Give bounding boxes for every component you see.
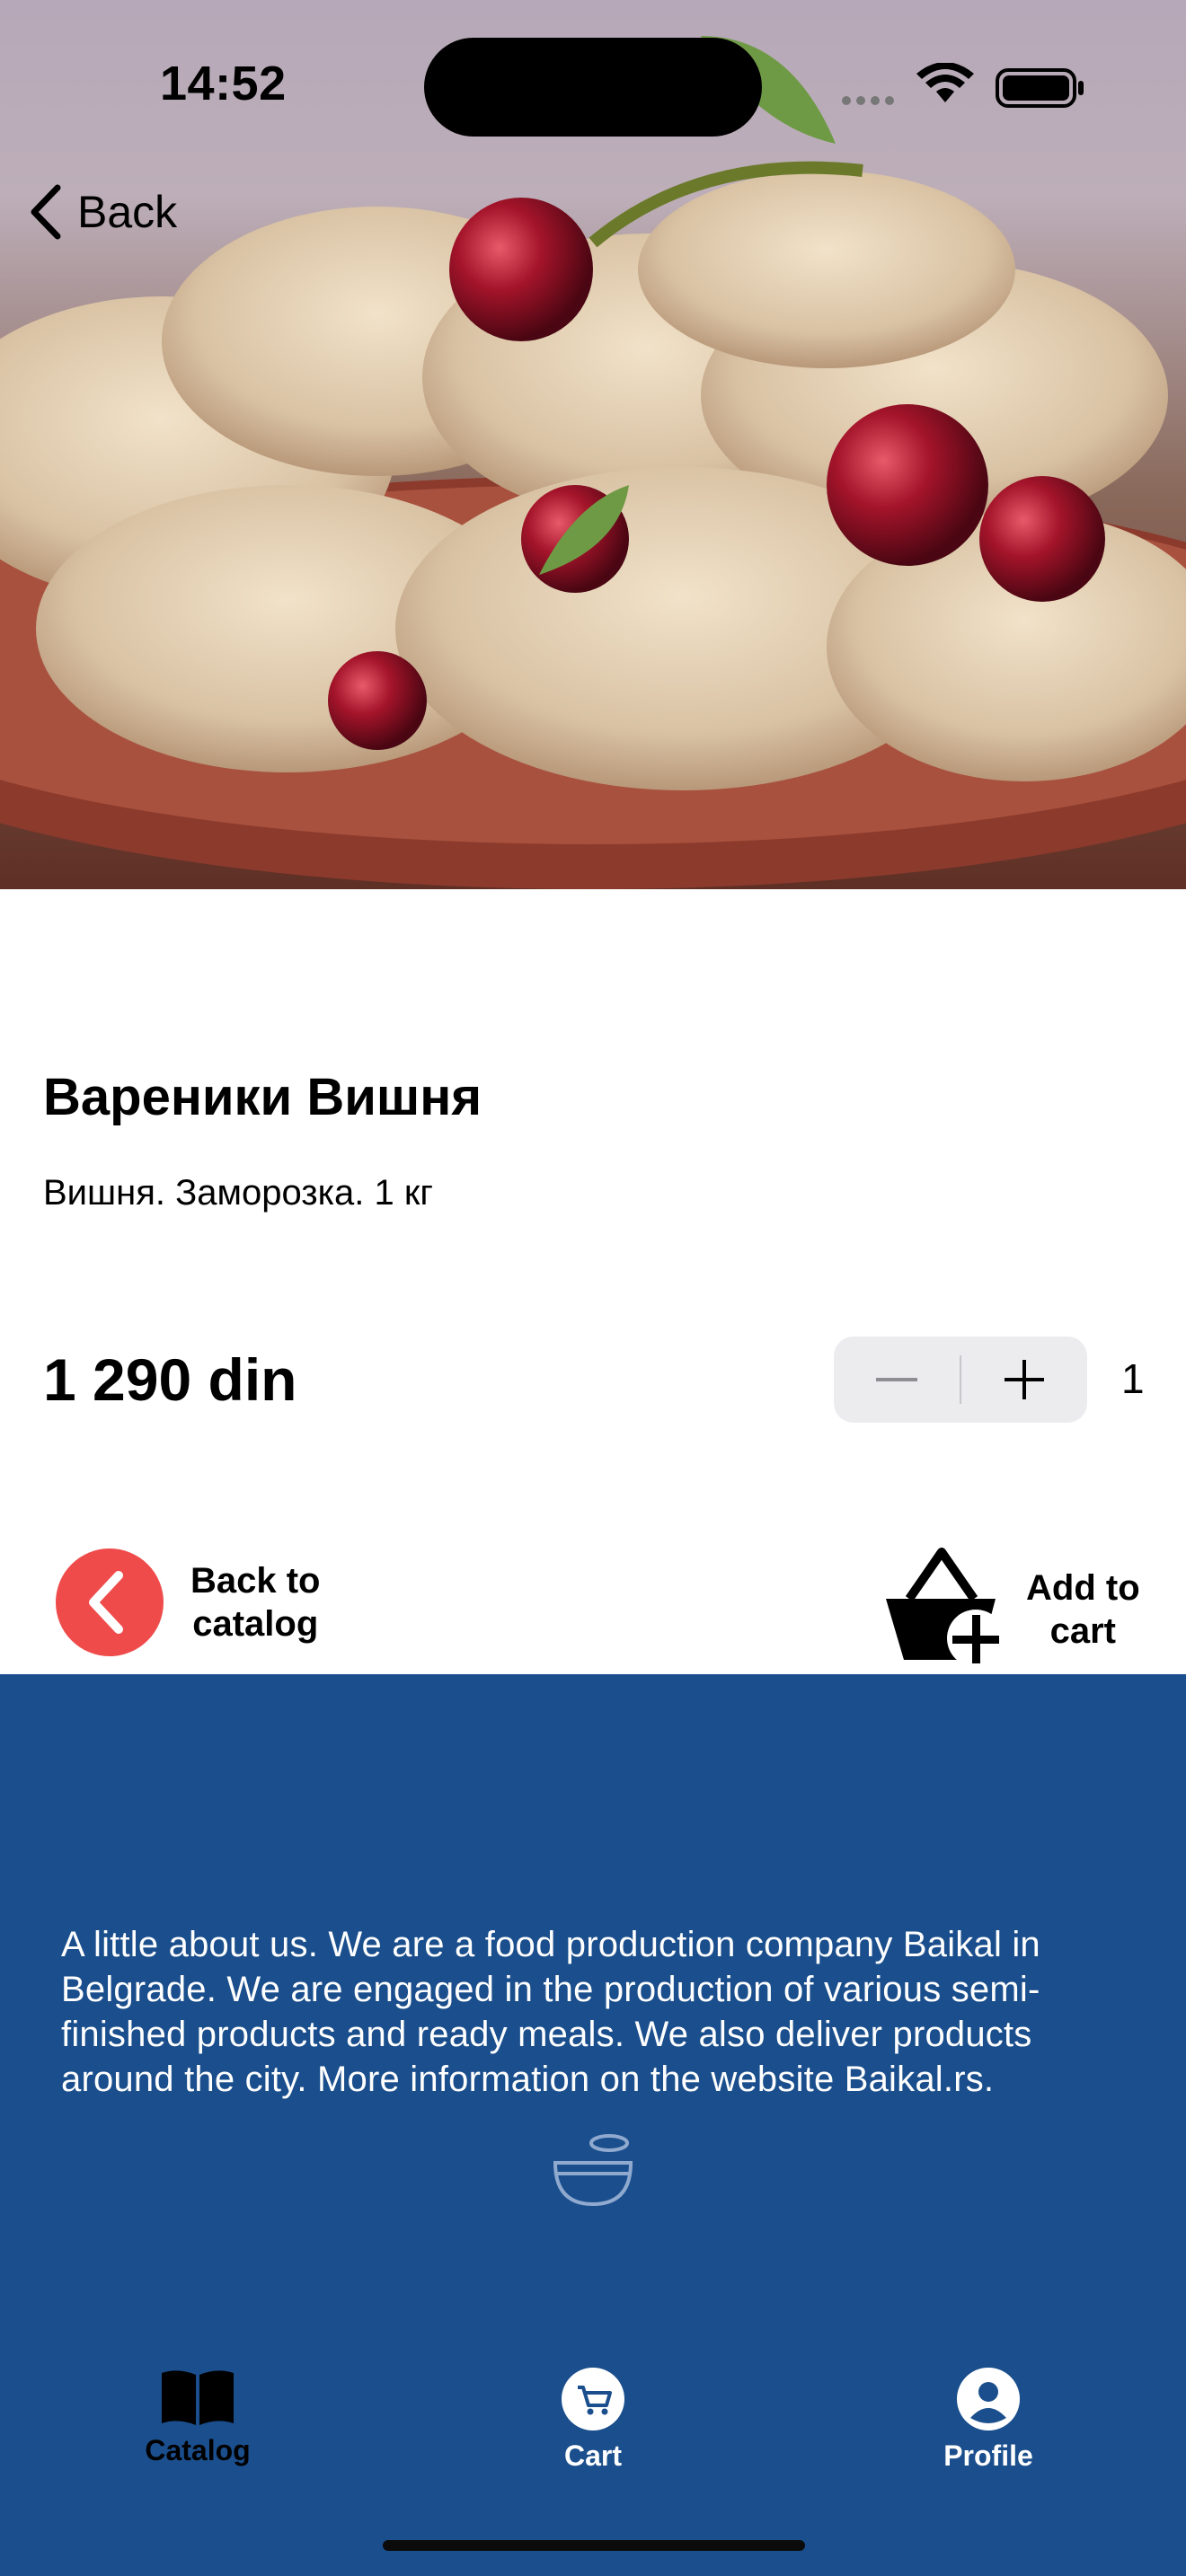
- product-title: Вареники Вишня: [43, 1068, 482, 1126]
- decrement-button[interactable]: [834, 1337, 960, 1423]
- minus-icon: [876, 1378, 917, 1381]
- signal-icon: [842, 96, 894, 105]
- battery-icon: [996, 68, 1084, 108]
- back-circle-icon: [56, 1548, 164, 1656]
- book-icon: [162, 2370, 234, 2425]
- home-indicator: [383, 2540, 805, 2551]
- back-to-catalog-button[interactable]: Back to catalog: [54, 1547, 321, 1658]
- wifi-icon: [916, 62, 974, 102]
- add-to-cart-line2: cart: [1049, 1611, 1116, 1651]
- add-to-cart-line1: Add to: [1026, 1568, 1140, 1608]
- status-time: 14:52: [160, 57, 287, 110]
- back-to-catalog-line2: catalog: [192, 1604, 319, 1644]
- person-icon: [957, 2368, 1020, 2430]
- plus-icon: [1005, 1360, 1044, 1399]
- back-button[interactable]: Back: [27, 176, 177, 248]
- back-to-catalog-line1: Back to: [190, 1561, 321, 1601]
- tab-catalog[interactable]: Catalog: [108, 2368, 288, 2467]
- back-label: Back: [77, 187, 178, 237]
- chevron-left-icon: [31, 184, 61, 240]
- cart-icon: [562, 2368, 624, 2430]
- dynamic-island: [424, 38, 762, 137]
- basket-add-icon: [886, 1548, 1005, 1667]
- tab-profile[interactable]: Profile: [898, 2368, 1078, 2473]
- increment-button[interactable]: [961, 1337, 1087, 1423]
- tab-cart[interactable]: Cart: [503, 2368, 683, 2473]
- product-price: 1 290 din: [43, 1346, 297, 1413]
- about-text: A little about us. We are a food product…: [61, 1925, 1040, 2099]
- bowl-icon: [553, 2134, 633, 2207]
- tab-cart-label: Cart: [563, 2439, 622, 2472]
- tab-profile-label: Profile: [943, 2439, 1033, 2472]
- product-description: Вишня. Заморозка. 1 кг: [43, 1173, 433, 1213]
- tab-catalog-label: Catalog: [145, 2434, 251, 2466]
- status-icons: [836, 62, 1087, 108]
- add-to-cart-button[interactable]: Add to cart: [879, 1545, 1140, 1674]
- quantity-stepper[interactable]: [834, 1337, 1087, 1423]
- quantity-value: 1: [1121, 1355, 1145, 1402]
